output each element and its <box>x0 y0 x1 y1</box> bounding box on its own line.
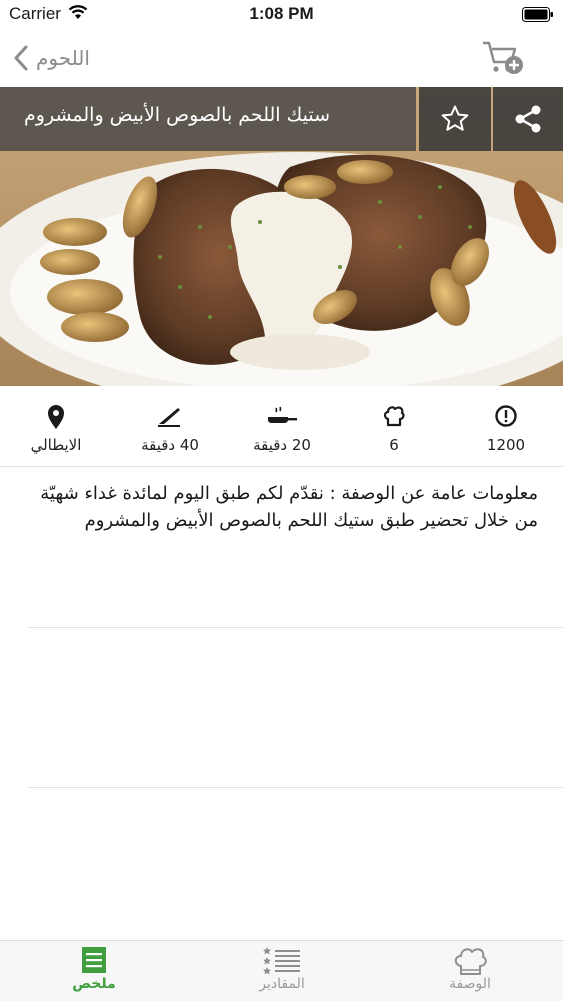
recipe-hero: ستيك اللحم بالصوص الأبيض والمشروم <box>0 87 563 386</box>
battery-icon <box>522 7 554 22</box>
tab-label: الوصفة <box>449 976 491 992</box>
tab-recipe[interactable]: الوصفة <box>376 941 563 1001</box>
navigation-bar: اللحوم <box>0 30 563 86</box>
stat-value: 6 <box>389 436 399 454</box>
location-pin-icon <box>48 405 64 429</box>
stat-value: 40 دقيقة <box>141 436 199 454</box>
recipe-stats: 1200 6 20 دقيقة 40 دقيقة الايطالي <box>0 386 563 467</box>
status-time: 1:08 PM <box>249 4 314 23</box>
recipe-title: ستيك اللحم بالصوص الأبيض والمشروم <box>24 104 330 126</box>
tab-summary[interactable]: ملخص <box>0 941 188 1001</box>
chef-hat-icon <box>454 948 487 975</box>
stat-calories: 1200 <box>450 386 562 466</box>
summary-list-icon <box>82 947 106 973</box>
stat-prep-time: 40 دقيقة <box>114 386 226 466</box>
share-icon <box>515 105 541 133</box>
tab-bar: ملخص المقادير الوصفة <box>0 940 563 1001</box>
tab-ingredients[interactable]: المقادير <box>188 941 376 1001</box>
tab-label: المقادير <box>259 976 305 992</box>
pan-icon <box>268 406 297 423</box>
add-to-cart-button[interactable] <box>481 38 525 78</box>
stat-value: 1200 <box>486 436 526 454</box>
stat-value: 20 دقيقة <box>253 436 311 454</box>
stat-cuisine: الايطالي <box>0 386 112 466</box>
back-label: اللحوم <box>36 46 90 70</box>
recipe-description: معلومات عامة عن الوصفة : نقدّم لكم طبق ا… <box>40 483 538 531</box>
chef-hat-icon <box>383 406 405 427</box>
divider <box>28 787 563 788</box>
favorite-button[interactable] <box>419 87 491 151</box>
knife-icon <box>158 408 180 427</box>
stat-cook-time: 20 دقيقة <box>226 386 338 466</box>
tab-label: ملخص <box>72 976 116 992</box>
status-bar: Carrier 1:08 PM <box>0 0 563 30</box>
divider <box>28 627 563 628</box>
stat-value: الايطالي <box>30 436 82 454</box>
star-icon <box>441 105 469 131</box>
cart-add-icon <box>483 41 523 74</box>
ingredients-list-icon <box>263 947 300 975</box>
title-strip: ستيك اللحم بالصوص الأبيض والمشروم <box>0 87 416 151</box>
share-button[interactable] <box>493 87 563 151</box>
chevron-left-icon <box>14 45 28 71</box>
back-button[interactable]: اللحوم <box>14 40 90 76</box>
info-icon <box>495 405 517 427</box>
stat-servings: 6 <box>338 386 450 466</box>
